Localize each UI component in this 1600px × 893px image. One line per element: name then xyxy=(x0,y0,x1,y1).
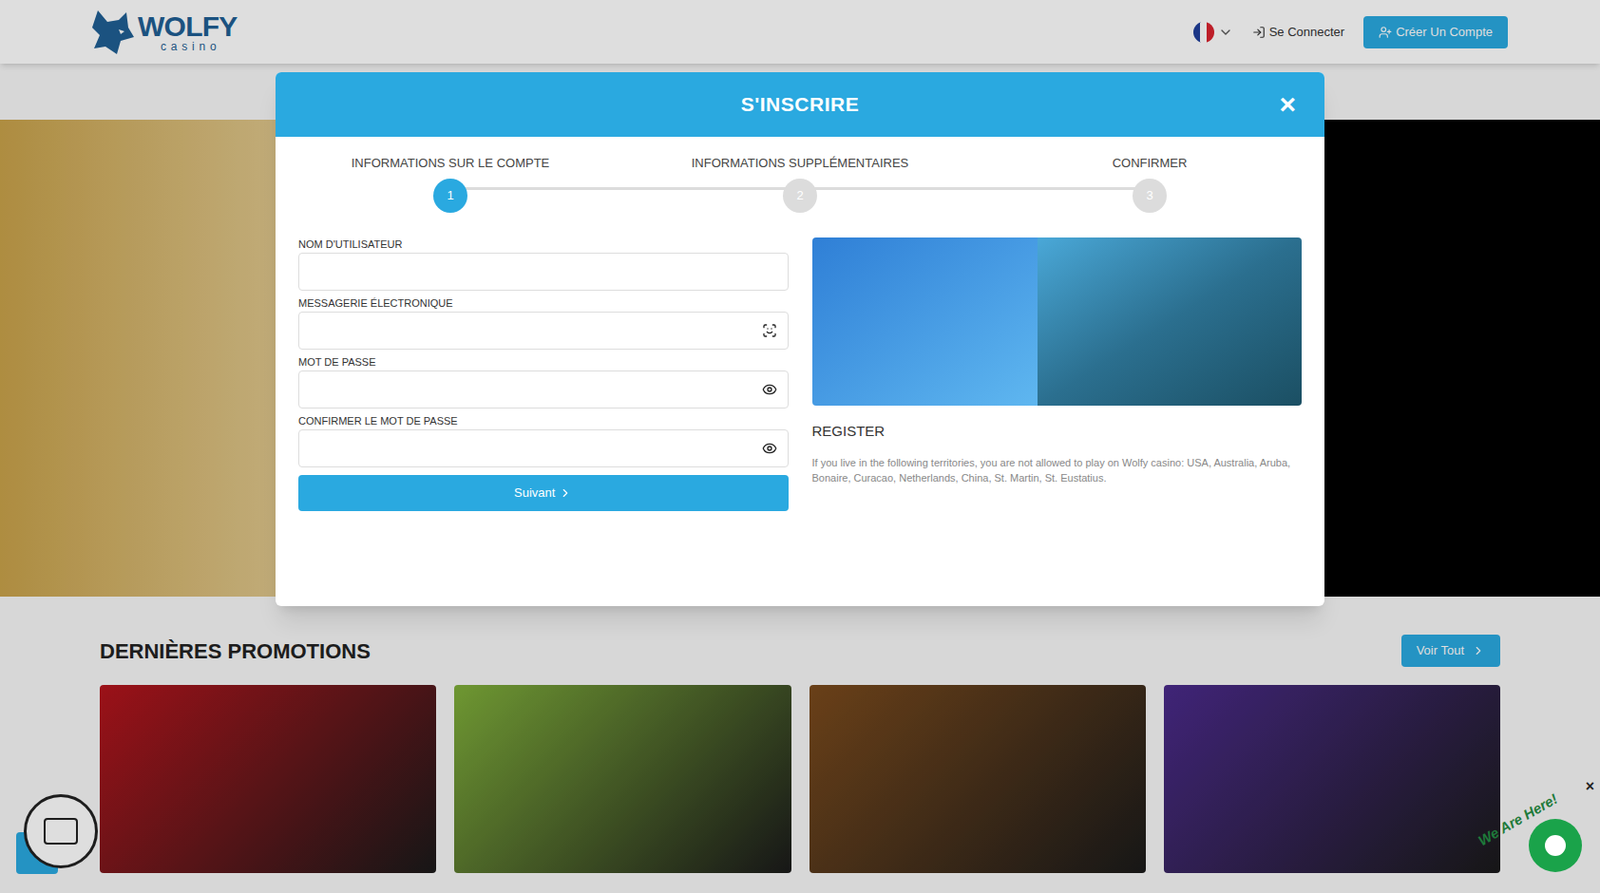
field-input[interactable] xyxy=(298,311,789,350)
field-input-box xyxy=(298,311,789,350)
modal-header: S'INSCRIRE × xyxy=(275,72,1325,137)
field-label: NOM D'UTILISATEUR xyxy=(298,237,789,251)
chat-close[interactable]: × xyxy=(1585,779,1595,795)
form-field: MOT DE PASSE xyxy=(298,355,789,409)
register-panel: REGISTER If you live in the following ter… xyxy=(812,237,1303,512)
field-input-box xyxy=(298,429,789,468)
modal-body: NOM D'UTILISATEUR MESSAGERIE ÉLECTRONIQUE… xyxy=(275,212,1325,534)
signup-form: NOM D'UTILISATEUR MESSAGERIE ÉLECTRONIQUE… xyxy=(298,237,789,512)
field-label: CONFIRMER LE MOT DE PASSE xyxy=(298,414,789,428)
step[interactable]: CONFIRMER 3 xyxy=(974,153,1325,213)
modal-close[interactable]: × xyxy=(1278,90,1296,119)
field-input[interactable] xyxy=(298,370,789,409)
step-number: 3 xyxy=(1132,178,1167,213)
next-button[interactable]: Suivant xyxy=(298,475,789,512)
register-note: If you live in the following territories… xyxy=(812,455,1303,486)
step-label: CONFIRMER xyxy=(1112,153,1188,173)
signup-modal: S'INSCRIRE×INFORMATIONS SUR LE COMPTE1IN… xyxy=(275,72,1325,607)
form-field: MESSAGERIE ÉLECTRONIQUE xyxy=(298,296,789,350)
step-label: INFORMATIONS SUPPLÉMENTAIRES xyxy=(691,153,910,173)
welcome-bonus-banner[interactable] xyxy=(812,237,1303,406)
field-label: MOT DE PASSE xyxy=(298,355,789,369)
scan-face-icon[interactable] xyxy=(761,323,778,339)
field-input[interactable] xyxy=(298,252,789,291)
step-number: 1 xyxy=(433,178,468,213)
form-field: CONFIRMER LE MOT DE PASSE xyxy=(298,414,789,468)
step-number: 2 xyxy=(782,178,818,213)
step[interactable]: INFORMATIONS SUPPLÉMENTAIRES 2 xyxy=(625,153,975,213)
chat-widget: We Are Here!× xyxy=(1457,769,1600,893)
step[interactable]: INFORMATIONS SUR LE COMPTE 1 xyxy=(275,153,626,213)
chat-bubble-icon xyxy=(1544,835,1566,857)
field-label: MESSAGERIE ÉLECTRONIQUE xyxy=(298,296,789,310)
chat-button[interactable] xyxy=(1528,819,1582,873)
register-title: REGISTER xyxy=(812,420,1303,443)
field-input-box xyxy=(298,252,789,291)
eye-icon[interactable] xyxy=(761,440,778,457)
step-label: INFORMATIONS SUR LE COMPTE xyxy=(351,153,551,173)
chevron-right-icon xyxy=(558,486,572,500)
stepper: INFORMATIONS SUR LE COMPTE1INFORMATIONS … xyxy=(275,136,1325,213)
eye-icon[interactable] xyxy=(761,381,778,398)
field-input[interactable] xyxy=(298,429,789,468)
page: WOLFYcasinoSe ConnecterCréer Un CompteDE… xyxy=(0,0,1600,893)
form-field: NOM D'UTILISATEUR xyxy=(298,237,789,291)
modal-title: S'INSCRIRE xyxy=(741,89,860,120)
field-input-box xyxy=(298,370,789,409)
